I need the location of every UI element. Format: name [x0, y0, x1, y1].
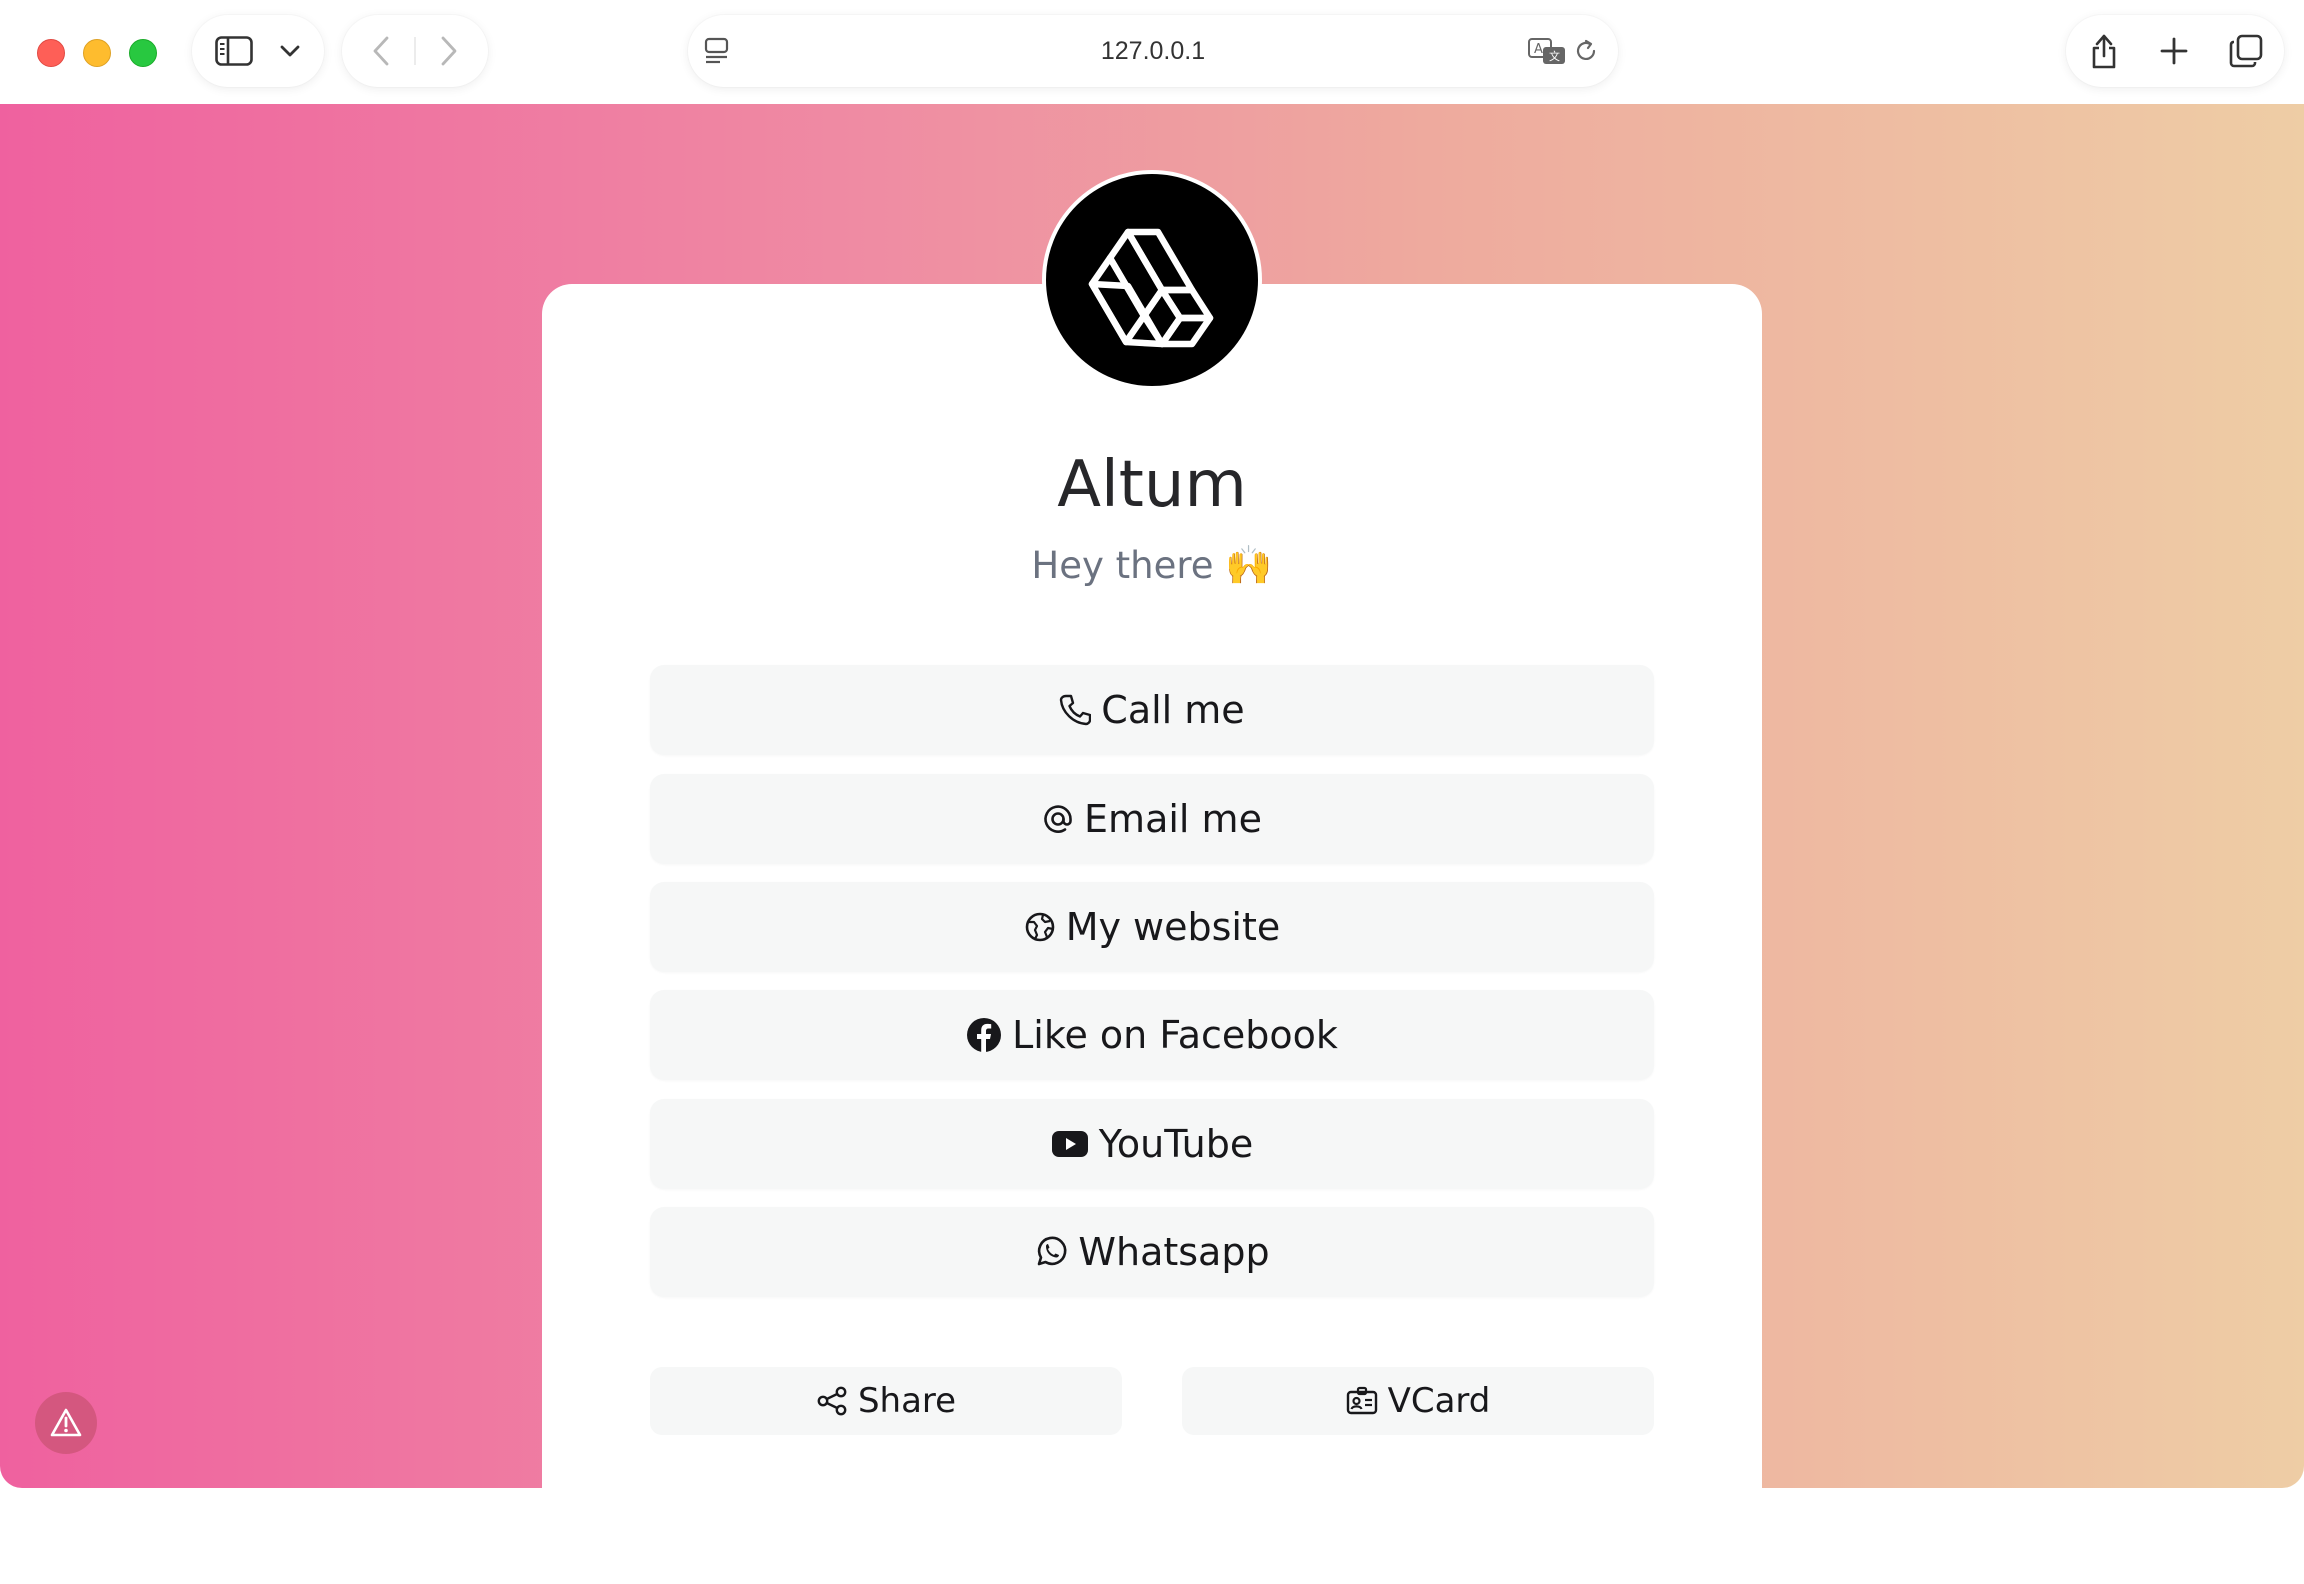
my-website-button[interactable]: My website: [650, 882, 1654, 972]
close-window-button[interactable]: [37, 39, 65, 67]
raising-hands-emoji: 🙌: [1225, 543, 1273, 587]
sidebar-toggle-group: [192, 15, 324, 87]
my-website-label: My website: [1065, 905, 1281, 949]
report-warning-button[interactable]: [35, 1392, 97, 1454]
profile-name: Altum: [1057, 448, 1247, 522]
minimize-window-button[interactable]: [83, 39, 111, 67]
share-icon[interactable]: [2084, 29, 2124, 73]
share-button[interactable]: Share: [650, 1367, 1122, 1435]
youtube-label: YouTube: [1098, 1122, 1254, 1166]
id-card-icon: [1346, 1386, 1378, 1416]
svg-text:A: A: [1534, 42, 1543, 57]
profile-tagline: Hey there 🙌: [542, 535, 1762, 596]
address-bar[interactable]: 127.0.0.1 A 文: [688, 15, 1618, 87]
share-label: Share: [857, 1381, 957, 1421]
facebook-label: Like on Facebook: [1012, 1013, 1338, 1057]
youtube-button[interactable]: YouTube: [650, 1099, 1654, 1189]
share-nodes-icon: [816, 1385, 848, 1417]
call-me-label: Call me: [1101, 688, 1245, 732]
translate-icon[interactable]: A 文: [1526, 35, 1568, 67]
profile-avatar: [1042, 170, 1262, 390]
tagline-text: Hey there: [1031, 544, 1214, 587]
sidebar-icon[interactable]: [212, 33, 256, 69]
forward-arrow-icon[interactable]: [434, 35, 464, 67]
tab-overview-icon[interactable]: [2226, 31, 2266, 71]
email-me-label: Email me: [1084, 797, 1262, 841]
chevron-down-icon[interactable]: [276, 39, 304, 63]
email-me-button[interactable]: Email me: [650, 774, 1654, 864]
facebook-button[interactable]: Like on Facebook: [650, 990, 1654, 1080]
altum-logo-icon: [1088, 228, 1214, 348]
url-text[interactable]: 127.0.0.1: [688, 15, 1618, 87]
new-tab-plus-icon[interactable]: [2156, 33, 2192, 69]
globe-icon: [1024, 911, 1056, 943]
reload-icon[interactable]: [1572, 37, 1600, 65]
nav-divider: [414, 37, 416, 65]
navigation-group: [342, 15, 488, 87]
vcard-button[interactable]: VCard: [1182, 1367, 1654, 1435]
whatsapp-button[interactable]: Whatsapp: [650, 1207, 1654, 1297]
whatsapp-icon: [1034, 1235, 1068, 1269]
facebook-icon: [966, 1017, 1002, 1053]
warning-triangle-icon: [50, 1408, 82, 1437]
back-arrow-icon[interactable]: [366, 35, 396, 67]
phone-icon: [1059, 693, 1092, 727]
at-icon: [1042, 803, 1074, 835]
window-actions-group: [2066, 15, 2284, 87]
vcard-label: VCard: [1387, 1381, 1491, 1421]
youtube-icon: [1051, 1129, 1089, 1159]
call-me-button[interactable]: Call me: [650, 665, 1654, 755]
whatsapp-label: Whatsapp: [1078, 1230, 1270, 1274]
zoom-window-button[interactable]: [129, 39, 157, 67]
browser-toolbar: 127.0.0.1 A 文: [0, 0, 2304, 104]
svg-text:文: 文: [1549, 49, 1560, 63]
